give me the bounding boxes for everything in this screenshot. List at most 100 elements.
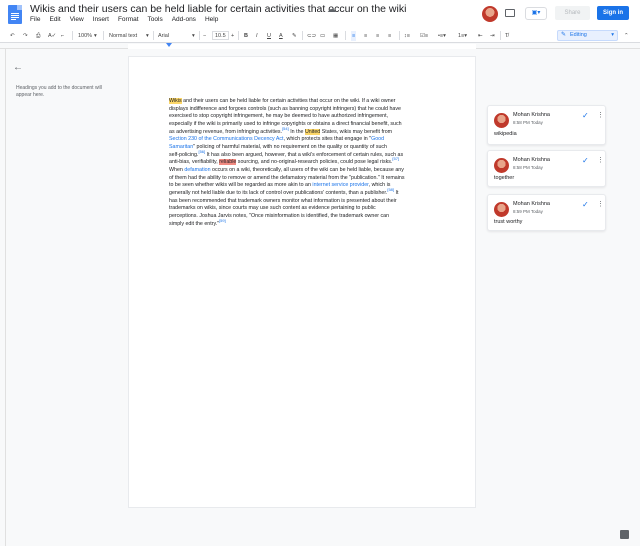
sign-in-button[interactable]: Sign in [597, 6, 629, 20]
zoom-chevron-down-icon[interactable]: ▾ [94, 31, 97, 41]
user-avatar[interactable] [482, 6, 498, 22]
more-options-icon[interactable]: ⋮ [597, 200, 604, 208]
toolbar-divider [399, 31, 400, 40]
vertical-ruler[interactable] [0, 49, 6, 546]
indent-marker[interactable] [166, 43, 172, 47]
resolve-check-icon[interactable]: ✓ [582, 200, 589, 209]
more-options-icon[interactable]: ⋮ [597, 156, 604, 164]
menu-file[interactable]: File [30, 16, 40, 23]
text-run: , which protects sites that engage in " [283, 136, 372, 143]
menu-tools[interactable]: Tools [148, 16, 163, 23]
highlight-icon[interactable]: ✎ [292, 31, 297, 41]
align-right-icon[interactable]: ≡ [376, 31, 379, 41]
comment-icon[interactable]: ▭ [320, 31, 325, 41]
align-left-icon[interactable]: ≡ [351, 31, 357, 41]
paint-format-icon[interactable]: ⌐ [61, 31, 64, 41]
menu-insert[interactable]: Insert [93, 16, 109, 23]
text-link[interactable]: Good [371, 136, 384, 142]
font-size-input[interactable]: 10.5 [212, 31, 229, 40]
editing-mode-select[interactable]: Editing ▾ [557, 30, 618, 41]
toolbar-divider [103, 31, 104, 40]
menu-format[interactable]: Format [118, 16, 139, 23]
text-run: It [394, 189, 399, 196]
citation-link[interactable]: [58] [387, 187, 394, 192]
zoom-select[interactable]: 100% [78, 31, 92, 41]
text-run: self-policing. [169, 151, 199, 158]
highlighted-text: Wikis [169, 98, 182, 104]
checklist-icon[interactable]: ☑≡ [420, 31, 428, 41]
print-icon[interactable]: ⎙ [36, 31, 40, 41]
text-run: simply edit the entry." [169, 220, 220, 227]
comment-history-icon[interactable] [505, 9, 515, 17]
image-icon[interactable]: ▦ [333, 31, 338, 41]
toolbar: ↶ ↷ ⎙ A✓ ⌐ 100% ▾ Normal text ▾ Arial ▾ … [0, 28, 640, 43]
collapse-chevron-up-icon[interactable]: ⌃ [624, 31, 629, 41]
text-run: " policing of harmful material, with no … [193, 143, 388, 150]
text-color-icon[interactable]: A [279, 31, 283, 41]
increase-indent-icon[interactable]: ⇥ [490, 31, 495, 41]
explore-icon[interactable] [620, 530, 629, 539]
text-run: perceptions. Joshua Jarvis notes, "Once … [169, 212, 390, 219]
underline-icon[interactable]: U [267, 31, 271, 41]
menu-help[interactable]: Help [205, 16, 218, 23]
font-size-increase-icon[interactable]: + [231, 31, 234, 41]
clear-format-icon[interactable]: T̸ [505, 31, 508, 41]
text-run: of them had the ability to remove or ame… [169, 174, 405, 181]
text-run: States, wikis may benefit from [320, 128, 393, 135]
comment-card[interactable]: Mohan Krishna 8:59 PM Today ✓ ⋮ trust wo… [487, 194, 606, 231]
menu-edit[interactable]: Edit [49, 16, 60, 23]
spellcheck-icon[interactable]: A✓ [48, 31, 56, 41]
present-button[interactable]: ▣▾ [525, 7, 547, 20]
text-link[interactable]: Samaritan [169, 144, 193, 150]
highlighted-text: reliable [219, 159, 237, 166]
menu-view[interactable]: View [70, 16, 84, 23]
citation-link[interactable]: [57] [392, 156, 399, 161]
style-select[interactable]: Normal text [109, 31, 137, 41]
numbered-list-icon[interactable]: 1≡▾ [458, 31, 467, 41]
comment-author: Mohan Krishna [513, 201, 550, 207]
share-button[interactable]: Share [555, 6, 590, 20]
citation-link[interactable]: [59] [219, 218, 226, 223]
link-icon[interactable]: ⊂⊃ [307, 31, 316, 41]
redo-icon[interactable]: ↷ [23, 31, 28, 41]
decrease-indent-icon[interactable]: ⇤ [478, 31, 483, 41]
document-body[interactable]: Wikis and their users can be held liable… [169, 98, 436, 228]
menu-addons[interactable]: Add-ons [172, 16, 196, 23]
style-chevron-down-icon[interactable]: ▾ [146, 31, 149, 41]
toolbar-divider [72, 31, 73, 40]
text-run: When [169, 166, 185, 173]
document-title[interactable]: Wikis and their users can be held liable… [30, 3, 406, 15]
font-size-decrease-icon[interactable]: − [203, 31, 206, 41]
comment-card[interactable]: Mohan Krishna 8:58 PM Today ✓ ⋮ wikipedi… [487, 105, 606, 145]
italic-icon[interactable]: I [256, 31, 258, 41]
outline-back-arrow-icon[interactable]: ← [13, 62, 23, 73]
document-line: Wikis and their users can be held liable… [169, 98, 436, 106]
text-link[interactable]: internet service provider [312, 182, 368, 188]
line-spacing-icon[interactable]: ↕≡ [404, 31, 410, 41]
comment-card[interactable]: Mohan Krishna 8:58 PM Today ✓ ⋮ together [487, 150, 606, 187]
bold-icon[interactable]: B [244, 31, 248, 41]
highlighted-text: United [304, 128, 321, 135]
undo-icon[interactable]: ↶ [10, 31, 15, 41]
align-center-icon[interactable]: ≡ [364, 31, 367, 41]
text-link[interactable]: Section 230 of the Communications Decenc… [169, 136, 284, 142]
toolbar-divider [345, 31, 346, 40]
resolve-check-icon[interactable]: ✓ [582, 156, 589, 165]
cloud-status-icon[interactable]: ☁ [327, 4, 336, 15]
text-run: to be seen whether wikis will be regarde… [169, 182, 313, 189]
text-link[interactable]: defamation [184, 167, 210, 173]
document-line: anti-bias, verifiability, reliable sourc… [169, 156, 436, 167]
citation-link[interactable]: [54] [282, 126, 289, 131]
bulleted-list-icon[interactable]: •≡▾ [438, 31, 446, 41]
justify-icon[interactable]: ≡ [388, 31, 391, 41]
more-options-icon[interactable]: ⋮ [597, 111, 604, 119]
document-line: especially if the wiki is primarily used… [169, 121, 436, 129]
comment-text: trust worthy [494, 219, 523, 225]
comment-avatar [494, 158, 509, 173]
document-page[interactable]: Wikis and their users can be held liable… [128, 56, 476, 508]
font-chevron-down-icon[interactable]: ▾ [192, 31, 195, 41]
resolve-check-icon[interactable]: ✓ [582, 111, 589, 120]
comment-time: 8:58 PM Today [513, 120, 543, 125]
font-select[interactable]: Arial [158, 31, 169, 41]
docs-logo-icon[interactable] [8, 5, 22, 24]
